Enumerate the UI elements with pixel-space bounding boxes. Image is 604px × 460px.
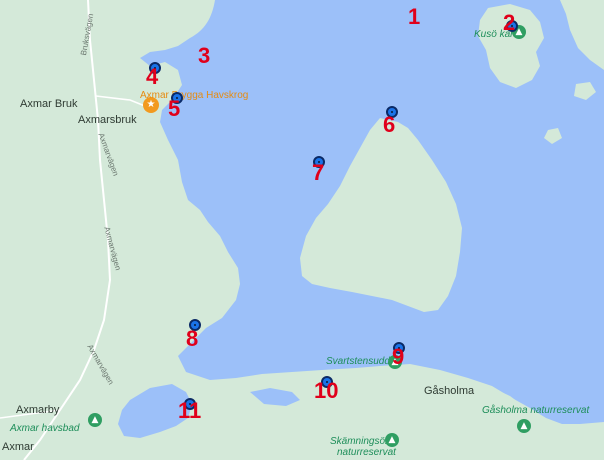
place-gasholma: Gåsholma [424,385,475,397]
map-base [0,0,604,460]
point-number-1: 1 [408,4,421,29]
poi-axmar-havsbad[interactable]: Axmar havsbad [10,423,79,434]
point-number-10: 10 [314,378,339,403]
park-pin-icon[interactable]: ▲ [88,413,102,427]
poi-axmar-havskrog[interactable]: Axmar Brygga Havskrog [140,90,248,101]
point-number-4: 4 [146,64,159,89]
point-number-5: 5 [168,96,181,121]
point-number-9: 9 [392,344,405,369]
park-pin-icon[interactable]: ▲ [517,419,531,433]
poi-skamningsons-line2[interactable]: naturreservat [337,447,396,458]
place-axmarby: Axmarby [16,404,60,416]
point-number-8: 8 [186,326,199,351]
point-number-7: 7 [312,160,325,185]
map-view[interactable]: Axmar Bruk Axmarsbruk Axmarby Axmar Gåsh… [0,0,604,460]
place-axmarsbruk: Axmarsbruk [78,114,137,126]
point-number-3: 3 [198,43,211,68]
point-number-11: 11 [178,398,202,423]
place-axmar-bruk: Axmar Bruk [20,98,78,110]
park-pin-icon[interactable]: ▲ [385,433,399,447]
point-number-6: 6 [383,112,396,137]
point-number-2: 2 [503,10,516,35]
poi-gasholma-reserve[interactable]: Gåsholma naturreservat [482,405,589,416]
place-axmar: Axmar [2,441,34,453]
